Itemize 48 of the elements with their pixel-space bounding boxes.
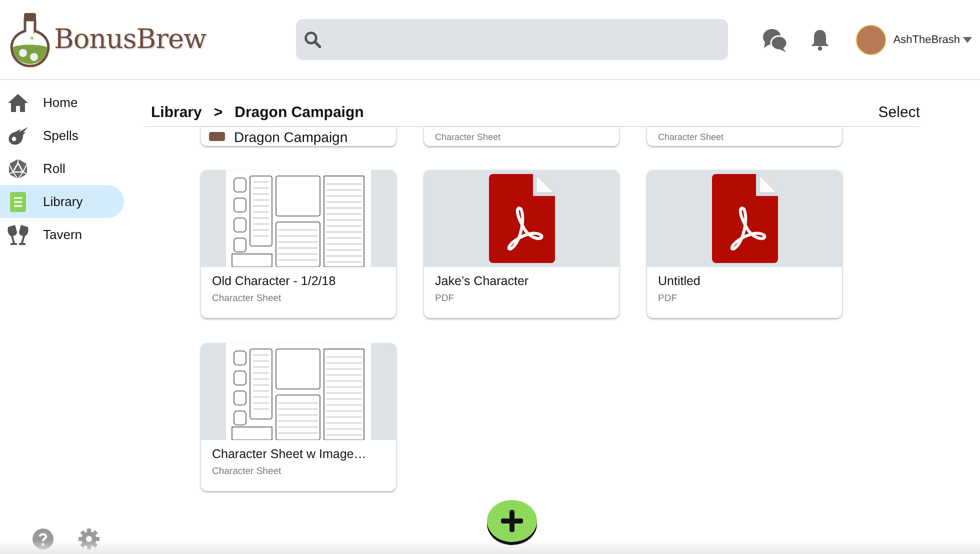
folder-name: Dragon Campaign bbox=[234, 128, 348, 144]
partial-card[interactable]: Character Sheet bbox=[424, 127, 619, 146]
bell-icon[interactable] bbox=[810, 28, 830, 50]
file-title: Old Character - 1/2/18 bbox=[212, 274, 337, 288]
file-type: Character Sheet bbox=[212, 466, 282, 477]
potion-flask-icon bbox=[8, 10, 52, 68]
house-icon bbox=[7, 92, 29, 112]
file-title: Character Sheet w Image… bbox=[212, 447, 368, 461]
file-card[interactable]: Jake’s Character PDF bbox=[424, 170, 619, 318]
file-type: Character Sheet bbox=[434, 132, 501, 142]
file-title: Jake’s Character bbox=[435, 274, 530, 288]
help-icon[interactable] bbox=[32, 528, 54, 550]
pdf-file-icon bbox=[712, 174, 778, 263]
comet-icon bbox=[7, 126, 29, 146]
file-type: Character Sheet bbox=[657, 132, 724, 142]
pdf-file-icon bbox=[488, 174, 554, 263]
settings-icon[interactable] bbox=[78, 528, 100, 550]
search-field[interactable] bbox=[296, 19, 728, 60]
user-name[interactable]: AshTheBrash bbox=[893, 34, 960, 46]
select-link[interactable]: Select bbox=[878, 104, 920, 120]
file-title: Untitled bbox=[658, 274, 702, 288]
search-icon bbox=[304, 31, 321, 48]
file-card[interactable]: Character Sheet w Image… Character Sheet bbox=[201, 343, 396, 491]
caret-icon[interactable] bbox=[963, 36, 972, 42]
plus-icon bbox=[501, 510, 523, 532]
folder-icon bbox=[209, 132, 225, 141]
add-button[interactable] bbox=[487, 500, 537, 542]
sidebar-item[interactable]: Home bbox=[0, 86, 124, 119]
breadcrumb-separator: > bbox=[214, 104, 223, 120]
avatar[interactable] bbox=[856, 24, 886, 54]
file-card[interactable]: Old Character - 1/2/18 Character Sheet bbox=[201, 170, 396, 318]
sidebar-item[interactable]: Library bbox=[0, 185, 124, 218]
brand-name: BonusBrew bbox=[54, 24, 206, 55]
wine-glasses-icon bbox=[6, 224, 30, 246]
file-type: PDF bbox=[435, 293, 455, 304]
book-icon bbox=[9, 190, 27, 212]
sidebar-item[interactable]: Roll bbox=[0, 152, 124, 185]
chat-bubbles-icon[interactable] bbox=[762, 26, 788, 52]
file-card[interactable]: Untitled PDF bbox=[647, 170, 842, 318]
partial-card[interactable]: Dragon Campaign bbox=[201, 127, 396, 146]
dice-icon bbox=[7, 158, 29, 180]
breadcrumb-current: Dragon Campaign bbox=[234, 104, 364, 120]
file-type: Character Sheet bbox=[212, 293, 282, 304]
sidebar-item[interactable]: Spells bbox=[0, 119, 124, 152]
breadcrumb-link[interactable]: Library bbox=[151, 104, 202, 120]
partial-card[interactable]: Character Sheet bbox=[647, 127, 842, 146]
file-type: PDF bbox=[658, 293, 678, 304]
sidebar-item[interactable]: Tavern bbox=[0, 218, 124, 251]
